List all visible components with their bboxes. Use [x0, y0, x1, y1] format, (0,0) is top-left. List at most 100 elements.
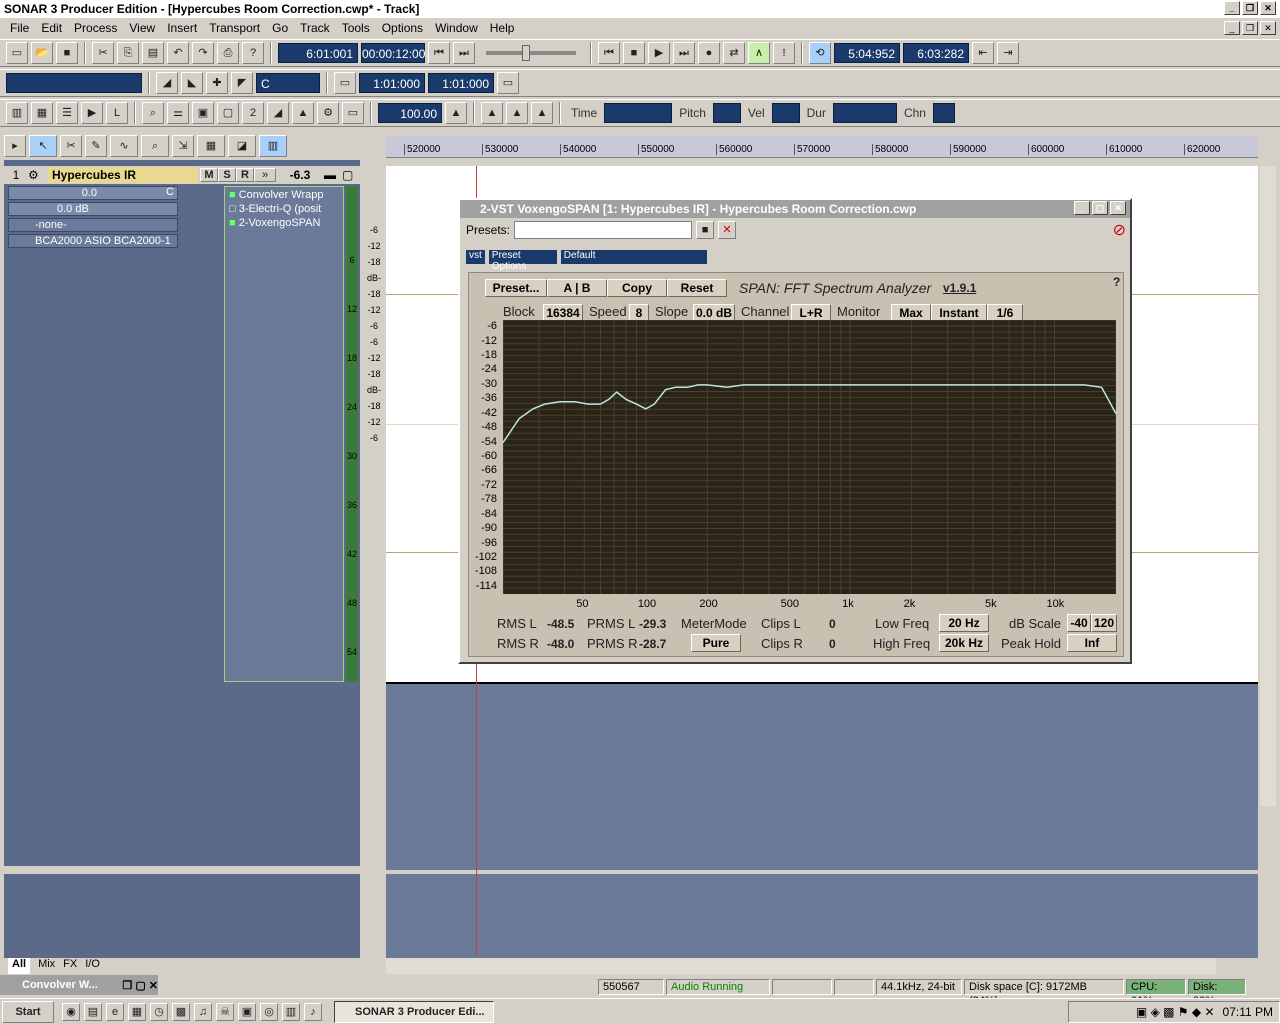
doc-restore-button[interactable]: ❐ — [1242, 21, 1258, 35]
spectrum-plot[interactable] — [502, 319, 1117, 594]
video-icon[interactable]: ▭ — [342, 102, 364, 124]
snap-icon-3[interactable]: ✚ — [206, 72, 228, 94]
tempo-change-icon[interactable]: ▲ — [506, 102, 528, 124]
event-list-icon[interactable]: ☰ — [56, 102, 78, 124]
metermode-value[interactable]: Pure — [691, 634, 741, 652]
fx-label-2[interactable]: 3-Electri-Q (posit — [239, 203, 322, 215]
minimized-controls[interactable]: ❐ ▢ ✕ — [122, 979, 158, 992]
redo-icon[interactable]: ↷ — [192, 42, 214, 64]
panic-icon[interactable]: ! — [773, 42, 795, 64]
position-slider[interactable] — [486, 45, 576, 61]
snap-icon-4[interactable]: ◤ — [231, 72, 253, 94]
punch-set-icon[interactable]: ▭ — [497, 72, 519, 94]
vst-plugin-window[interactable]: 2-VST VoxengoSPAN [1: Hypercubes IR] - H… — [458, 198, 1132, 664]
tray-icons[interactable]: ▣ ◈ ▩ ⚑ ◆ ✕ — [1136, 1005, 1215, 1019]
start-button[interactable]: Start — [2, 1000, 54, 1023]
menu-window[interactable]: Window — [429, 21, 484, 35]
chn-field[interactable] — [932, 103, 955, 123]
preset-button[interactable]: Preset... — [485, 279, 547, 297]
quicklaunch-icon-3[interactable]: e — [106, 1002, 124, 1021]
menu-view[interactable]: View — [123, 21, 161, 35]
lyrics-icon[interactable]: L — [106, 102, 128, 124]
ab-button[interactable]: A | B — [547, 279, 607, 297]
scrub-tool-icon[interactable]: ✂ — [60, 135, 82, 157]
dur-field[interactable] — [832, 103, 897, 123]
tempo-delete-icon[interactable]: ▲ — [531, 102, 553, 124]
quicklaunch-icon-11[interactable]: ▥ — [282, 1002, 300, 1021]
quicklaunch-icon-2[interactable]: ▤ — [84, 1002, 102, 1021]
loop-start-display[interactable]: 5:04:952 — [834, 43, 900, 63]
record-arm-button[interactable]: R — [236, 168, 254, 182]
presets-dropdown[interactable] — [514, 221, 693, 239]
console-icon[interactable]: ⚌ — [167, 102, 189, 124]
loop-construction-icon[interactable]: ▶ — [81, 102, 103, 124]
markers-icon[interactable]: ▲ — [292, 102, 314, 124]
gain-slider[interactable]: 0.0 dB — [8, 202, 178, 216]
punch-end-display[interactable]: 1:01:000 — [428, 73, 494, 93]
vst-maximize-button[interactable]: ▢ — [1092, 201, 1108, 215]
delete-preset-icon[interactable]: ✕ — [718, 221, 737, 239]
preset-options-menu[interactable]: Preset Options — [488, 250, 557, 272]
track-select-dropdown[interactable] — [6, 73, 142, 93]
quicklaunch-icon-4[interactable]: ▦ — [128, 1002, 146, 1021]
go-end-icon[interactable]: ⏭ — [673, 42, 695, 64]
horizontal-scrollbar[interactable] — [386, 958, 1216, 974]
paste-icon[interactable]: ▤ — [142, 42, 164, 64]
stop-icon[interactable]: ■ — [623, 42, 645, 64]
smpte-time-display[interactable]: 00:00:12:00 — [361, 43, 425, 63]
sysx-icon[interactable]: ▣ — [192, 102, 214, 124]
menu-transport[interactable]: Transport — [203, 21, 266, 35]
fx-label-1[interactable]: Convolver Wrapp — [239, 189, 324, 201]
rewind-marker-icon[interactable]: ⏮ — [428, 42, 450, 64]
doc-close-button[interactable]: ✕ — [1260, 21, 1276, 35]
copy-icon[interactable]: ⎘ — [117, 42, 139, 64]
tempo-display[interactable]: 100.00 — [378, 103, 442, 123]
set-loop-icon[interactable]: ⇤ — [972, 42, 994, 64]
save-preset-icon[interactable]: ■ — [696, 221, 715, 239]
metronome-icon[interactable]: ∧ — [748, 42, 770, 64]
help-button[interactable]: ? — [1113, 275, 1120, 289]
record-mode-icon[interactable]: ⇄ — [723, 42, 745, 64]
vst-titlebar[interactable]: 2-VST VoxengoSPAN [1: Hypercubes IR] - H… — [460, 200, 1130, 218]
quicklaunch-icon-5[interactable]: ◷ — [150, 1002, 168, 1021]
loop-icon[interactable]: ⟲ — [809, 42, 831, 64]
taskbar-sonar-button[interactable]: SONAR 3 Producer Edi... — [334, 1000, 494, 1023]
record-icon[interactable]: ● — [698, 42, 720, 64]
quicklaunch-icon-6[interactable]: ▩ — [172, 1002, 190, 1021]
plugin-version[interactable]: v1.9.1 — [943, 281, 976, 295]
preset-default-menu[interactable]: Default — [560, 250, 707, 264]
big-time-icon[interactable]: ▢ — [217, 102, 239, 124]
tab-all[interactable]: All — [8, 958, 31, 974]
open-file-icon[interactable]: 📂 — [31, 42, 53, 64]
input-echo-button[interactable]: » — [254, 168, 276, 182]
quicklaunch-icon-9[interactable]: ▣ — [238, 1002, 256, 1021]
restore-button[interactable]: ❐ — [1242, 1, 1258, 15]
minimized-window[interactable]: Convolver W... ❐ ▢ ✕ — [0, 975, 158, 995]
menu-file[interactable]: File — [4, 21, 35, 35]
select-tool-icon[interactable]: ↖ — [29, 135, 57, 157]
undo-icon[interactable]: ↶ — [167, 42, 189, 64]
mute-button[interactable]: M — [200, 168, 218, 182]
menu-options[interactable]: Options — [376, 21, 429, 35]
solo-button[interactable]: S — [218, 168, 236, 182]
menu-process[interactable]: Process — [68, 21, 123, 35]
save-icon[interactable]: ■ — [56, 42, 78, 64]
snap-icon-2[interactable]: ◣ — [181, 72, 203, 94]
input-dropdown[interactable]: -none- — [8, 218, 178, 232]
clips-l-value[interactable]: 0 — [829, 617, 836, 631]
piano-roll-icon[interactable]: ▥ — [6, 102, 28, 124]
track-name[interactable]: Hypercubes IR — [48, 167, 198, 183]
time-field[interactable] — [604, 103, 673, 123]
fx-bin[interactable]: ■ Convolver Wrapp □ 3-Electri-Q (posit ■… — [224, 186, 344, 682]
tempo-insert-icon[interactable]: ▲ — [481, 102, 503, 124]
punch-start-display[interactable]: 1:01:000 — [359, 73, 425, 93]
copy-button[interactable]: Copy — [607, 279, 667, 297]
tab-io[interactable]: I/O — [85, 958, 100, 974]
quicklaunch-icon-10[interactable]: ◎ — [260, 1002, 278, 1021]
grid-icon[interactable]: ▦ — [197, 135, 225, 157]
db-scale-high[interactable]: 120 — [1091, 614, 1117, 632]
vel-field[interactable] — [771, 103, 800, 123]
menu-insert[interactable]: Insert — [161, 21, 203, 35]
vst-close-button[interactable]: ✕ — [1110, 201, 1126, 215]
track-minimize-icon[interactable]: ▬ — [324, 168, 336, 182]
